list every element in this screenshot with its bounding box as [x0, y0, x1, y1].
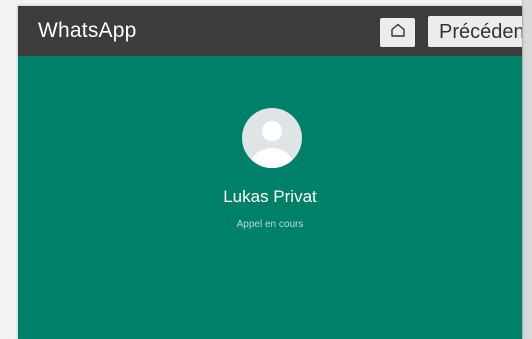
home-button[interactable]: [380, 18, 415, 47]
top-bar: WhatsApp Précédent: [18, 6, 522, 56]
app-title: WhatsApp: [38, 19, 137, 42]
call-screen: WhatsApp Précédent Lukas Privat Appel en…: [18, 6, 522, 339]
scrollbar-track: [522, 0, 532, 339]
home-icon: [390, 22, 406, 43]
back-button[interactable]: Précédent: [428, 16, 522, 47]
call-status: Appel en cours: [236, 219, 304, 230]
default-avatar-icon: [251, 121, 293, 168]
contact-avatar: [242, 108, 302, 168]
back-button-label: Précédent: [439, 21, 522, 43]
caller-name: Lukas Privat: [223, 187, 317, 206]
